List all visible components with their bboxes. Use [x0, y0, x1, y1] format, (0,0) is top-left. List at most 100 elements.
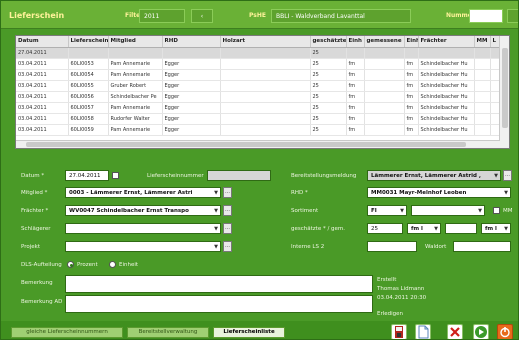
table-cell: fm [404, 113, 419, 125]
table-cell [364, 58, 405, 70]
table-cell: fm [404, 58, 419, 70]
exit-button[interactable] [497, 324, 513, 339]
sortiment-sub-select[interactable]: ▼ [411, 205, 485, 216]
bereitstellungsmeldung-select[interactable]: Lämmerer Ernst, Lämmerer Astrid , ▼ [367, 170, 501, 181]
table-cell [364, 80, 405, 92]
col-header-datum[interactable]: Datum [16, 36, 69, 48]
tab-bereitstellverwaltung[interactable]: Bereitstellverwaltung [127, 327, 209, 338]
save-button[interactable] [391, 324, 407, 339]
table-cell [474, 80, 491, 92]
table-row[interactable]: 03.04.2011 60LI0054 Pam Annemarie Egger 25 fm… [16, 69, 501, 81]
table-row[interactable]: 03.04.2011 60LI0058 Rudorfer Walter Egger 25… [16, 113, 501, 125]
table-cell [220, 80, 311, 92]
schlaegerer-more-button[interactable]: … [223, 223, 232, 234]
table-cell: 27.04.2011 [16, 47, 69, 59]
pshe-select[interactable]: BBLI - Waldverband Lavanttal [271, 9, 411, 23]
table-cell: 03.04.2011 [16, 124, 69, 136]
horizontal-scrollbar[interactable] [16, 140, 500, 148]
fraechter-more-button[interactable]: … [223, 205, 232, 216]
datum-field[interactable]: 27.04.2011 [65, 170, 109, 181]
einheit-geschaetzt-select[interactable]: fm l ▼ [407, 223, 441, 234]
rhd-select[interactable]: MM0031 Mayr-Melnhof Leoben ▼ [367, 187, 511, 198]
table-cell: Schindelbacher Pe [108, 91, 163, 103]
table-cell: Egger [162, 80, 221, 92]
interne-ls-field[interactable] [367, 241, 417, 252]
table-cell [364, 124, 405, 136]
year-filter[interactable]: 2011 [139, 9, 185, 23]
bemerkung-textarea[interactable] [65, 275, 373, 293]
table-cell: Schindelbacher Hu [418, 80, 475, 92]
bemerkung-ad-textarea[interactable] [65, 295, 373, 313]
lieferscheinnummer-field[interactable] [207, 170, 271, 181]
col-header-gemessen[interactable]: gemessene M [364, 36, 405, 48]
bemerkung-ad-label: Bemerkung AD [21, 299, 63, 305]
geschaetzt-field[interactable]: 25 [367, 223, 403, 234]
lieferschein-window: Lieferschein Filter 2011 ‹ PsHE BBLI - W… [0, 0, 519, 340]
table-cell [364, 47, 405, 59]
table-cell [220, 58, 311, 70]
vertical-scrollbar[interactable] [499, 36, 509, 148]
projekt-select[interactable]: ▼ [65, 241, 221, 252]
table-row[interactable]: 03.04.2011 60LI0053 Pam Annemarie Egger 25 fm… [16, 58, 501, 70]
tab-lieferscheinliste[interactable]: Lieferscheinliste [213, 327, 285, 338]
erstellt-date: 03.04.2011 20:30 [377, 295, 427, 301]
col-header-geschaetzt[interactable]: geschätzte M [310, 36, 347, 48]
col-header-lieferschein[interactable]: Lieferschein [68, 36, 109, 48]
forward-button[interactable] [473, 324, 489, 339]
table-cell: Egger [162, 124, 221, 136]
table-cell [474, 69, 491, 81]
nummer-input[interactable] [469, 9, 503, 23]
chevron-down-icon: ▼ [504, 226, 508, 232]
scroll-thumb[interactable] [26, 142, 466, 147]
table-row[interactable]: 03.04.2011 60LI0057 Pam Annemarie Egger 25 fm… [16, 102, 501, 114]
sortiment-select[interactable]: FI ▼ [367, 205, 407, 216]
table-cell: fm [404, 91, 419, 103]
prev-button[interactable]: ‹ [191, 9, 213, 23]
nummer-search-button[interactable] [507, 9, 518, 23]
table-cell: fm [404, 69, 419, 81]
table-header-row: Datum Lieferschein Mitglied RHD Holzart … [16, 36, 501, 48]
table-row[interactable]: 03.04.2011 60LI0056 Schindelbacher Pe Egger… [16, 91, 501, 103]
table-row[interactable]: 27.04.2011 25 [16, 47, 501, 59]
new-document-button[interactable] [415, 324, 431, 339]
mm-checkbox[interactable] [493, 207, 500, 214]
waldort-field[interactable] [453, 241, 511, 252]
einheit-gemessen-select[interactable]: fm l ▼ [481, 223, 511, 234]
pshe-label: PsHE [249, 12, 266, 19]
col-header-fraechter[interactable]: Frächter [418, 36, 475, 48]
table-cell [346, 47, 365, 59]
table-cell [418, 47, 475, 59]
mitglied-more-button[interactable]: … [223, 187, 232, 198]
table-cell: fm [346, 58, 365, 70]
bereitstellungsmeldung-label: Bereitstellungsmeldung [291, 173, 357, 179]
col-header-einh2[interactable]: Einh [404, 36, 419, 48]
calendar-icon[interactable] [112, 172, 119, 179]
gemessen-field[interactable] [445, 223, 477, 234]
bereitstellungsmeldung-more-button[interactable]: … [503, 170, 512, 181]
table-row[interactable]: 03.04.2011 60LI0055 Gruber Robert Egger 25 fm… [16, 80, 501, 92]
table-cell: 25 [310, 47, 347, 59]
table-cell [474, 58, 491, 70]
projekt-more-button[interactable]: … [223, 241, 232, 252]
chevron-down-icon: ▼ [214, 226, 218, 232]
col-header-mitglied[interactable]: Mitglied [108, 36, 163, 48]
dls-prozent-label: Prozent [77, 262, 98, 268]
tab-gleiche-lieferscheinnummern[interactable]: gleiche Lieferscheinnummern [11, 327, 123, 338]
fraechter-select[interactable]: WV0047 Schindelbacher Ernst Transpo ▼ [65, 205, 221, 216]
scroll-thumb[interactable] [502, 48, 508, 128]
table-cell: 60LI0055 [68, 80, 109, 92]
table-row[interactable]: 03.04.2011 60LI0059 Pam Annemarie Egger 25 fm… [16, 124, 501, 136]
mitglied-select[interactable]: 0003 - Lämmerer Ernst, Lämmerer Astri ▼ [65, 187, 221, 198]
col-header-einh1[interactable]: Einh [346, 36, 365, 48]
delete-button[interactable] [447, 324, 463, 339]
schlaegerer-select[interactable]: ▼ [65, 223, 221, 234]
pshe-value: BBLI - Waldverband Lavanttal [276, 13, 365, 20]
col-header-holzart[interactable]: Holzart [220, 36, 311, 48]
table-cell: 03.04.2011 [16, 80, 69, 92]
dls-radio-prozent[interactable] [67, 261, 74, 268]
col-header-rhd[interactable]: RHD [162, 36, 221, 48]
col-header-mm[interactable]: MM [474, 36, 491, 48]
table-cell [220, 91, 311, 103]
einheit-gemessen-value: fm l [485, 226, 497, 232]
dls-radio-einheit[interactable] [109, 261, 116, 268]
